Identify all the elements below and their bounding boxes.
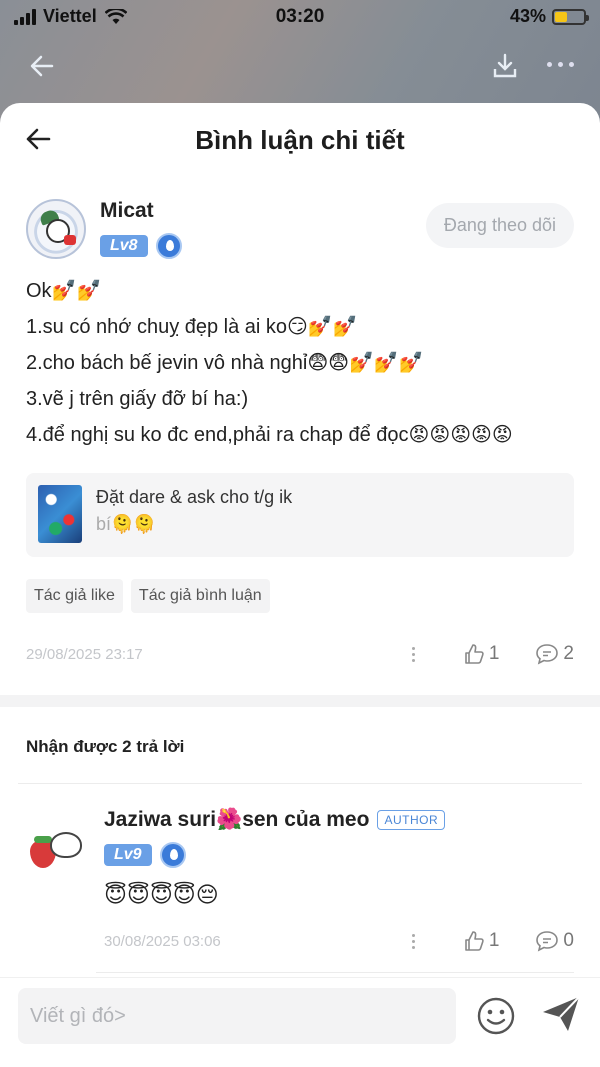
battery-percent: 43% [509,6,546,26]
like-count: 1 [488,643,500,664]
reply-count: 0 [563,930,574,951]
comment-line: 1.su có nhớ chuỵ đẹp là ai ko😏💅💅 [26,316,358,338]
reply-date: 30/08/2025 03:06 [104,932,221,950]
replies-heading: Nhận được 2 trả lời [26,737,185,756]
quote-subtitle: bí🫠🫠 [96,514,156,534]
divider [18,783,582,784]
status-bar: Viettel 03:20 43% [0,0,600,34]
comment-line: 2.cho bách bế jevin vô nhà nghỉ😨😨💅💅💅 [26,352,424,374]
close-back-icon[interactable] [24,125,52,153]
divider [96,972,574,973]
reply-avatar[interactable] [26,818,86,878]
send-icon[interactable] [540,994,582,1034]
chapter-thumbnail [38,485,82,543]
comment-input[interactable] [18,988,456,1044]
comment-bubble-icon [536,644,559,665]
page-title: Bình luận chi tiết [195,125,405,155]
quoted-chapter-card[interactable]: Đặt dare & ask cho t/g ik bí🫠🫠 [26,473,574,557]
main-comment: Micat Lv8 Đang theo dõi Ok💅💅 1.su có nhớ… [0,199,600,669]
tag-author-replied: Tác giả bình luận [130,579,270,613]
water-drop-badge-icon [159,842,186,868]
comment-author[interactable]: Micat [100,199,182,223]
like-button[interactable]: 1 [463,930,500,952]
quote-title: Đặt dare & ask cho t/g ik [96,487,293,507]
reply-count: 2 [563,643,574,664]
comment-body: Ok💅💅 1.su có nhớ chuỵ đẹp là ai ko😏💅💅 2.… [26,273,574,453]
reply-button[interactable]: 2 [535,643,574,665]
level-badge: Lv9 [104,844,152,866]
reply-item: Jaziwa suri🌺sen của meo AUTHOR Lv9 😇😇😇😇😔… [0,808,600,956]
comment-line: Ok💅💅 [26,280,102,302]
more-vertical-icon[interactable] [411,646,415,662]
comment-line: 4.để nghị su ko đc end,phải ra chap để đ… [26,424,513,446]
comment-date: 29/08/2025 23:17 [26,645,143,663]
like-button[interactable]: 1 [463,643,500,665]
comment-bubble-icon [536,931,559,952]
reply-body: 😇😇😇😇😔 [104,882,219,907]
reply-button[interactable]: 0 [535,930,574,952]
emoji-icon[interactable] [476,996,516,1036]
level-badge: Lv8 [100,235,148,257]
back-arrow-icon[interactable] [28,52,56,80]
tag-author-liked: Tác giả like [26,579,123,613]
avatar[interactable] [26,199,86,259]
more-vertical-icon[interactable] [411,933,415,949]
comment-input-bar [0,977,600,1067]
thumbs-up-icon [465,644,484,664]
download-icon[interactable] [492,52,518,80]
more-options-icon[interactable] [547,62,574,67]
section-divider [0,695,600,707]
water-drop-badge-icon [155,233,182,259]
comment-line: 3.vẽ j trên giấy đỡ bí ha:) [26,388,249,410]
thumbs-up-icon [465,931,484,951]
comment-detail-sheet: Bình luận chi tiết Micat Lv8 Đang theo d… [0,103,600,1067]
like-count: 1 [488,930,500,951]
battery-icon [552,8,589,25]
author-badge: AUTHOR [377,810,446,830]
following-button[interactable]: Đang theo dõi [425,203,574,248]
reply-author[interactable]: Jaziwa suri🌺sen của meo [104,808,369,832]
